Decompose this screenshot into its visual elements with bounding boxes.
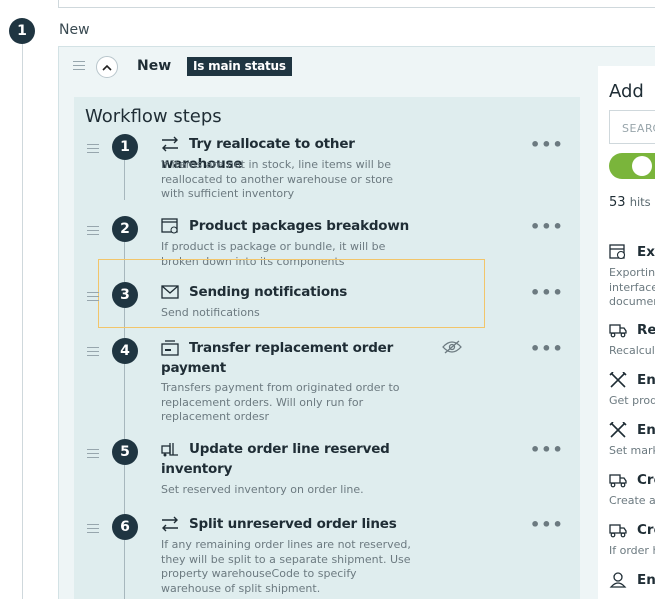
action-title[interactable]: Cre (637, 472, 655, 488)
stage-label: New (59, 22, 90, 38)
status-drag-handle-icon[interactable] (73, 61, 85, 70)
step-menu-button[interactable]: ••• (530, 283, 564, 302)
action-description: If order h (609, 544, 655, 557)
step-connector (124, 540, 125, 599)
step-menu-button[interactable]: ••• (530, 217, 564, 236)
drag-handle-icon[interactable] (87, 144, 99, 153)
drag-handle-icon[interactable] (87, 347, 99, 356)
timeline-line (22, 42, 23, 599)
add-panel-title: Add (609, 81, 644, 102)
action-title[interactable]: Rec (637, 322, 655, 338)
collapse-button[interactable] (96, 56, 118, 78)
action-title[interactable]: Cre (637, 522, 655, 538)
hits-count: 53 hits (609, 195, 651, 210)
step-connector (124, 160, 125, 200)
step-number: 4 (112, 338, 138, 364)
search-input[interactable]: SEARC (609, 110, 655, 144)
drag-handle-icon[interactable] (87, 449, 99, 458)
export-icon (609, 244, 626, 260)
toggle-knob (632, 156, 652, 176)
step-description: If items are not in stock, line items wi… (161, 158, 394, 200)
step-description: If any remaining order lines are not res… (161, 538, 411, 595)
previous-section-box (58, 0, 655, 8)
step-description: Set reserved inventory on order line. (161, 483, 364, 496)
action-description: Get prod (609, 394, 655, 407)
action-title[interactable]: Enr (637, 572, 655, 588)
step-title: Transfer replacement order payment (161, 340, 394, 376)
step-number: 2 (112, 216, 138, 242)
user-icon (609, 572, 627, 588)
chevron-up-icon (102, 64, 112, 71)
main-status-badge: Is main status (187, 57, 292, 76)
step-number: 1 (112, 134, 138, 160)
action-title[interactable]: Enr (637, 372, 655, 388)
action-title[interactable]: Enr (637, 422, 655, 438)
truck-icon (609, 324, 627, 338)
step-number: 3 (112, 282, 138, 308)
action-description: Set mark (609, 444, 655, 457)
step-description: Send notifications (161, 306, 260, 319)
step-number: 5 (112, 439, 138, 465)
action-description: Recalcul (609, 344, 655, 357)
drag-handle-icon[interactable] (87, 292, 99, 301)
truck-icon (609, 524, 627, 538)
action-description: Create a (609, 494, 655, 507)
action-title[interactable]: Exp (637, 244, 655, 260)
tools-icon (609, 372, 627, 388)
step-title: Product packages breakdown (189, 218, 410, 234)
stage-number: 1 (9, 18, 35, 44)
step-menu-button[interactable]: ••• (530, 339, 564, 358)
truck-icon (609, 474, 627, 488)
tools-icon (609, 422, 627, 438)
workflow-steps-title: Workflow steps (85, 106, 222, 127)
hidden-eye-icon[interactable] (442, 340, 462, 354)
action-description: Exporting interface documen (609, 266, 655, 308)
step-number: 6 (112, 514, 138, 540)
status-name: New (137, 58, 172, 74)
step-menu-button[interactable]: ••• (530, 135, 564, 154)
step-title: Update order line reserved inventory (161, 441, 390, 477)
step-menu-button[interactable]: ••• (530, 440, 564, 459)
step-menu-button[interactable]: ••• (530, 515, 564, 534)
step-title: Split unreserved order lines (189, 516, 397, 532)
drag-handle-icon[interactable] (87, 524, 99, 533)
step-connector (124, 363, 125, 439)
drag-handle-icon[interactable] (87, 226, 99, 235)
step-connector (124, 465, 125, 515)
step-title: Sending notifications (189, 284, 348, 300)
step-description: Transfers payment from originated order … (161, 381, 400, 423)
